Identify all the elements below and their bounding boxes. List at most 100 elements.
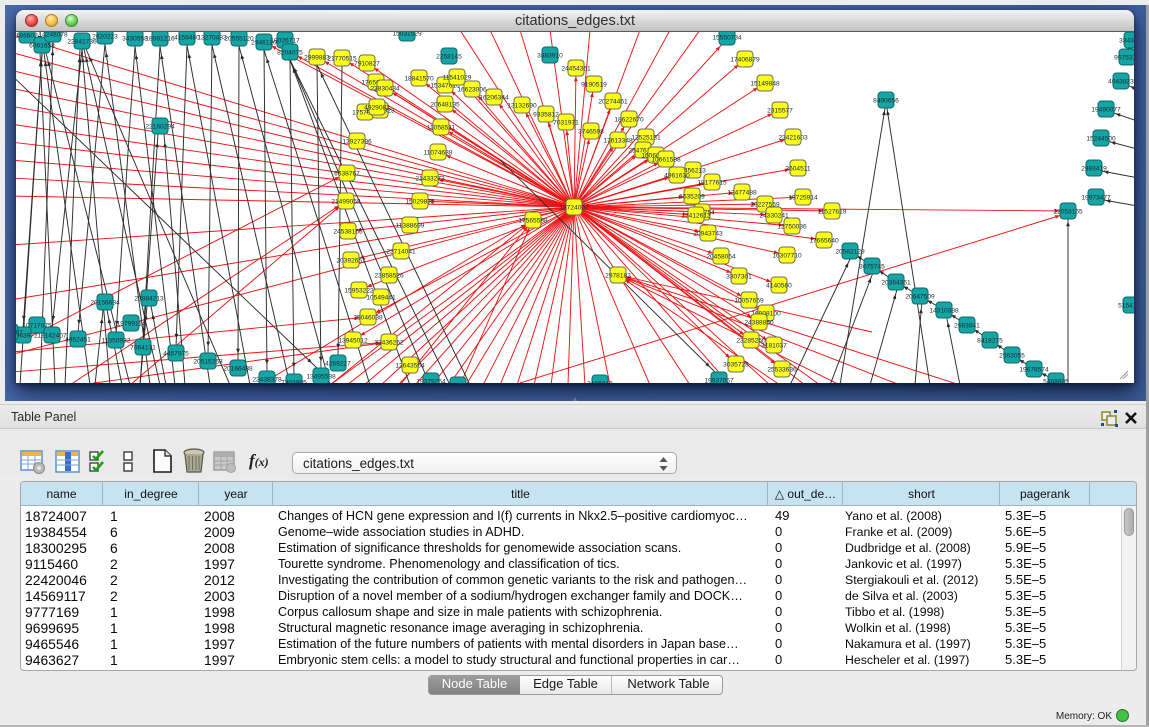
svg-text:19490077: 19490077 [1091, 106, 1121, 113]
svg-text:3075745: 3075745 [859, 263, 885, 270]
svg-text:20364361: 20364361 [881, 279, 911, 286]
svg-text:4961630: 4961630 [664, 172, 690, 179]
svg-text:12643564: 12643564 [395, 362, 425, 369]
svg-text:9075310: 9075310 [1114, 54, 1134, 61]
svg-text:19799114: 19799114 [117, 320, 146, 327]
svg-text:11350932: 11350932 [102, 337, 131, 344]
svg-text:22438378: 22438378 [252, 376, 282, 383]
svg-text:2620223: 2620223 [92, 33, 118, 40]
svg-text:5840397: 5840397 [16, 329, 23, 336]
svg-text:7064171: 7064171 [130, 344, 156, 351]
svg-text:23421603: 23421603 [778, 134, 808, 141]
svg-text:17665640: 17665640 [809, 237, 839, 244]
svg-text:17613348: 17613348 [603, 137, 633, 144]
svg-text:20458054: 20458054 [706, 253, 736, 260]
svg-text:20156684: 20156684 [90, 299, 120, 306]
svg-text:15953222: 15953222 [344, 287, 374, 294]
svg-text:20392657: 20392657 [336, 257, 366, 264]
svg-text:17406879: 17406879 [730, 56, 760, 63]
svg-text:8204075: 8204075 [277, 49, 303, 56]
svg-text:21770515: 21770515 [327, 55, 357, 62]
svg-text:2315577: 2315577 [767, 107, 793, 114]
svg-text:13495588: 13495588 [306, 373, 336, 380]
svg-text:3746598: 3746598 [578, 128, 604, 135]
svg-text:16307710: 16307710 [772, 252, 802, 259]
svg-text:17565588: 17565588 [518, 217, 548, 224]
svg-text:13945012: 13945012 [338, 337, 368, 344]
svg-text:3035728: 3035728 [723, 361, 749, 368]
svg-text:4952451: 4952451 [65, 336, 91, 343]
svg-text:20648195: 20648195 [430, 101, 460, 108]
svg-text:4043823: 4043823 [1108, 78, 1134, 85]
svg-text:6638767: 6638767 [334, 170, 360, 177]
svg-text:18841570: 18841570 [404, 75, 434, 82]
svg-text:20562129: 20562129 [835, 248, 865, 255]
svg-text:8490656: 8490656 [873, 97, 899, 104]
svg-text:21433273: 21433273 [415, 175, 445, 182]
svg-text:6535209: 6535209 [679, 193, 705, 200]
svg-text:24894472: 24894472 [443, 382, 473, 383]
svg-text:4929082: 4929082 [364, 104, 390, 111]
svg-text:18026717: 18026717 [270, 37, 300, 44]
svg-text:2999883: 2999883 [304, 54, 330, 61]
svg-text:22714041: 22714041 [386, 248, 416, 255]
svg-text:3181037: 3181037 [761, 342, 787, 349]
svg-text:11388699: 11388699 [396, 222, 425, 229]
svg-text:16623006: 16623006 [457, 86, 487, 93]
svg-text:10057659: 10057659 [734, 297, 764, 304]
svg-text:10549441: 10549441 [366, 294, 396, 301]
svg-text:12927396: 12927396 [342, 138, 372, 145]
svg-text:20555120: 20555120 [224, 35, 254, 42]
svg-text:2258145: 2258145 [436, 53, 462, 60]
svg-text:13270483: 13270483 [197, 34, 227, 41]
svg-text:22160294: 22160294 [145, 123, 175, 130]
svg-text:4457975: 4457975 [163, 350, 189, 357]
svg-text:8418275: 8418275 [977, 337, 1003, 344]
svg-text:21499058: 21499058 [331, 198, 361, 205]
svg-text:18981216: 18981216 [145, 35, 175, 42]
svg-text:4140560: 4140560 [766, 282, 792, 289]
svg-text:3604511: 3604511 [785, 165, 811, 172]
svg-text:2983419: 2983419 [1081, 165, 1107, 172]
svg-text:15031529: 15031529 [392, 32, 422, 37]
svg-text:15029873: 15029873 [405, 198, 435, 205]
svg-text:11541029: 11541029 [443, 74, 472, 81]
svg-text:2663941: 2663941 [954, 322, 980, 329]
svg-text:18177615: 18177615 [697, 179, 727, 186]
svg-text:19937057: 19937057 [704, 377, 734, 383]
svg-text:19725914: 19725914 [788, 194, 818, 201]
svg-text:7303905: 7303905 [281, 379, 307, 383]
svg-text:20515263: 20515263 [193, 358, 223, 365]
svg-text:11074688: 11074688 [424, 149, 453, 156]
svg-text:22053165: 22053165 [1053, 208, 1083, 215]
svg-text:14248078: 14248078 [38, 32, 68, 38]
svg-text:18724007: 18724007 [559, 204, 589, 211]
svg-text:11058511: 11058511 [427, 124, 456, 131]
svg-text:3883910: 3883910 [537, 52, 563, 59]
svg-text:19379254: 19379254 [416, 378, 446, 383]
svg-text:11527619: 11527619 [818, 208, 847, 215]
svg-text:5154104: 5154104 [1118, 302, 1134, 309]
svg-text:14310388: 14310388 [929, 307, 959, 314]
svg-text:25046038: 25046038 [353, 314, 383, 321]
svg-text:5468605: 5468605 [1043, 378, 1069, 383]
svg-text:2978182: 2978182 [605, 272, 631, 279]
svg-text:25533636: 25533636 [767, 366, 797, 373]
svg-text:19142407: 19142407 [37, 332, 67, 339]
svg-text:24330241: 24330241 [759, 212, 789, 219]
svg-text:24454361: 24454361 [561, 65, 591, 72]
svg-text:10661588: 10661588 [651, 156, 681, 163]
svg-text:23884213: 23884213 [134, 295, 164, 302]
svg-text:6061658: 6061658 [29, 42, 55, 49]
svg-text:15244500: 15244500 [1086, 135, 1116, 142]
svg-text:7031971: 7031971 [553, 119, 579, 126]
svg-text:4269227: 4269227 [325, 360, 351, 367]
svg-text:19678574: 19678574 [1019, 366, 1049, 373]
svg-text:13132690: 13132690 [507, 102, 537, 109]
svg-text:3430558: 3430558 [122, 35, 148, 42]
svg-text:7910827: 7910827 [354, 60, 380, 67]
svg-text:16206344: 16206344 [479, 94, 509, 101]
svg-text:2563055: 2563055 [999, 352, 1025, 359]
svg-text:23858526: 23858526 [374, 272, 404, 279]
svg-text:24388850: 24388850 [744, 319, 774, 326]
